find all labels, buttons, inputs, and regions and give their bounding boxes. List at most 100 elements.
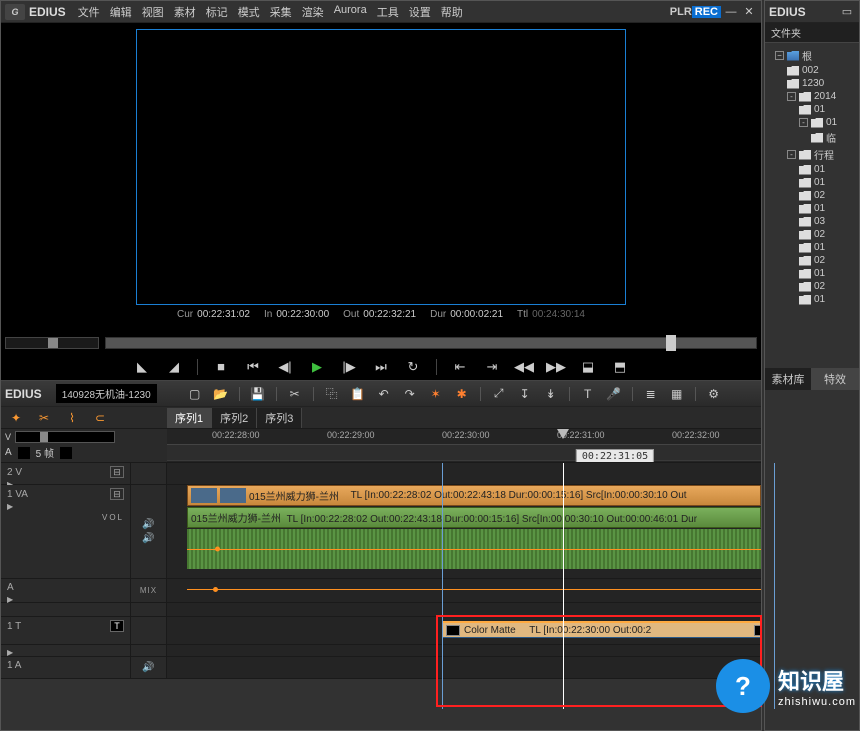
next-edit-icon[interactable]: ▶▶ [547, 358, 565, 376]
preview-frame[interactable] [136, 29, 626, 305]
track-1va-content[interactable]: 015兰州威力狮-兰州 TL [In:00:22:28:02 Out:00:22… [167, 485, 761, 578]
minimize-button[interactable]: — [723, 5, 739, 19]
tree-toggle-icon[interactable]: - [787, 92, 796, 101]
tree-item[interactable]: 02 [767, 189, 857, 202]
save-icon[interactable]: 💾 [250, 386, 266, 402]
title-icon[interactable]: T [580, 386, 596, 402]
tree-item[interactable]: 01 [767, 241, 857, 254]
stop-icon[interactable]: ■ [212, 358, 230, 376]
edit-mode-magnet-icon[interactable]: ⊂ [91, 410, 109, 426]
overwrite-mode-icon[interactable]: ⬒ [611, 358, 629, 376]
prev-edit-icon[interactable]: ◀◀ [515, 358, 533, 376]
voiceover-icon[interactable]: 🎤 [606, 386, 622, 402]
menu-capture[interactable]: 采集 [270, 4, 292, 20]
tree-item[interactable]: 临 [767, 129, 857, 146]
sequence-tab-1[interactable]: 序列1 [167, 408, 212, 428]
sequence-tab-2[interactable]: 序列2 [212, 408, 257, 428]
insert-mode-icon[interactable]: ⬓ [579, 358, 597, 376]
tree-item[interactable]: 002 [767, 64, 857, 77]
edit-mode-link-icon[interactable]: ⌇ [63, 410, 81, 426]
timeline-ruler[interactable]: 00:22:28:00 00:22:29:00 00:22:30:00 00:2… [167, 429, 761, 462]
redo-icon[interactable]: ↷ [402, 386, 418, 402]
scrub-track[interactable] [105, 337, 757, 349]
tree-item[interactable]: -2014 [767, 90, 857, 103]
timeline-zoom-slider[interactable] [15, 431, 115, 443]
set-in-icon[interactable]: ◣ [133, 358, 151, 376]
edit-mode-normal-icon[interactable]: ✦ [7, 410, 25, 426]
tree-item[interactable]: 01 [767, 267, 857, 280]
tree-item[interactable]: 01 [767, 176, 857, 189]
menu-aurora[interactable]: Aurora [334, 4, 367, 20]
settings-icon[interactable]: ⚙ [706, 386, 722, 402]
open-icon[interactable]: 📂 [213, 386, 229, 402]
playhead-marker[interactable] [557, 429, 569, 439]
speaker-icon[interactable]: 🔊 [142, 533, 154, 544]
menu-view[interactable]: 视图 [142, 4, 164, 20]
overwrite-icon[interactable]: ↡ [543, 386, 559, 402]
tree-item[interactable]: -01 [767, 116, 857, 129]
tree-item[interactable]: 01 [767, 202, 857, 215]
tree-root[interactable]: − 根 [767, 47, 857, 64]
jump-next-icon[interactable]: ⇥ [483, 358, 501, 376]
menu-file[interactable]: 文件 [78, 4, 100, 20]
tree-item[interactable]: 02 [767, 254, 857, 267]
next-frame-icon[interactable]: |▶ [340, 358, 358, 376]
menu-settings[interactable]: 设置 [409, 4, 431, 20]
menu-marker[interactable]: 标记 [206, 4, 228, 20]
sequence-tab-3[interactable]: 序列3 [257, 408, 302, 428]
bin-folder-icon[interactable]: ▭ [839, 5, 855, 19]
menu-render[interactable]: 渲染 [302, 4, 324, 20]
close-button[interactable]: ✕ [741, 5, 757, 19]
zoom-out-button[interactable] [18, 447, 30, 459]
menu-help[interactable]: 帮助 [441, 4, 463, 20]
fast-forward-icon[interactable]: ⏭ [372, 358, 390, 376]
plr-rec-indicator[interactable]: PLRREC [670, 6, 721, 18]
tree-item[interactable]: 01 [767, 163, 857, 176]
undo-icon[interactable]: ↶ [376, 386, 392, 402]
loop-icon[interactable]: ↻ [404, 358, 422, 376]
edit-mode-trim-icon[interactable]: ✂ [35, 410, 53, 426]
speaker-icon[interactable]: 🔊 [142, 662, 154, 673]
jump-prev-icon[interactable]: ⇤ [451, 358, 469, 376]
new-sequence-icon[interactable]: ▢ [187, 386, 203, 402]
color-matte-clip[interactable]: Color Matte TL [In:00:22:30:00 Out:00:2 [442, 621, 761, 638]
cut-icon[interactable]: ✂ [287, 386, 303, 402]
title-patch-icon[interactable]: T [110, 620, 124, 632]
tree-item[interactable]: 01 [767, 103, 857, 116]
speaker-icon[interactable]: 🔊 [142, 519, 154, 530]
insert-icon[interactable]: ↧ [517, 386, 533, 402]
track-patch-icon[interactable]: ⊟ [110, 488, 124, 500]
menu-tools[interactable]: 工具 [377, 4, 399, 20]
playhead-line[interactable] [563, 463, 564, 709]
tab-clips[interactable]: 素材库 [765, 368, 812, 390]
paste-icon[interactable]: 📋 [350, 386, 366, 402]
tree-toggle-icon[interactable]: − [775, 51, 784, 60]
tree-item[interactable]: 03 [767, 215, 857, 228]
scrub-playhead-handle[interactable] [666, 335, 676, 351]
tab-effects[interactable]: 特效 [812, 368, 859, 390]
grid-icon[interactable]: ▦ [669, 386, 685, 402]
delete-gap-icon[interactable]: ✱ [454, 386, 470, 402]
track-1t-content[interactable]: Color Matte TL [In:00:22:30:00 Out:00:2 [167, 617, 761, 644]
set-out-icon[interactable]: ◢ [165, 358, 183, 376]
prev-frame-icon[interactable]: ◀| [276, 358, 294, 376]
tree-item[interactable]: 02 [767, 228, 857, 241]
tree-toggle-icon[interactable]: - [787, 150, 796, 159]
tree-item[interactable]: 02 [767, 280, 857, 293]
track-patch-icon[interactable]: ⊟ [110, 466, 124, 478]
tree-toggle-icon[interactable]: - [799, 118, 808, 127]
tree-item[interactable]: 01 [767, 293, 857, 306]
menu-mode[interactable]: 模式 [238, 4, 260, 20]
toggle-track-icon[interactable]: ≣ [643, 386, 659, 402]
play-icon[interactable]: ▶ [308, 358, 326, 376]
ripple-delete-icon[interactable]: ✶ [428, 386, 444, 402]
scrub-zoom[interactable] [5, 337, 99, 349]
zoom-icon[interactable]: ⤢ [491, 386, 507, 402]
menu-edit[interactable]: 编辑 [110, 4, 132, 20]
menu-clip[interactable]: 素材 [174, 4, 196, 20]
copy-icon[interactable]: ⿻ [324, 386, 340, 402]
zoom-in-button[interactable] [60, 447, 72, 459]
tree-item[interactable]: 1230 [767, 77, 857, 90]
tree-item[interactable]: -行程 [767, 146, 857, 163]
rewind-icon[interactable]: ⏮ [244, 358, 262, 376]
